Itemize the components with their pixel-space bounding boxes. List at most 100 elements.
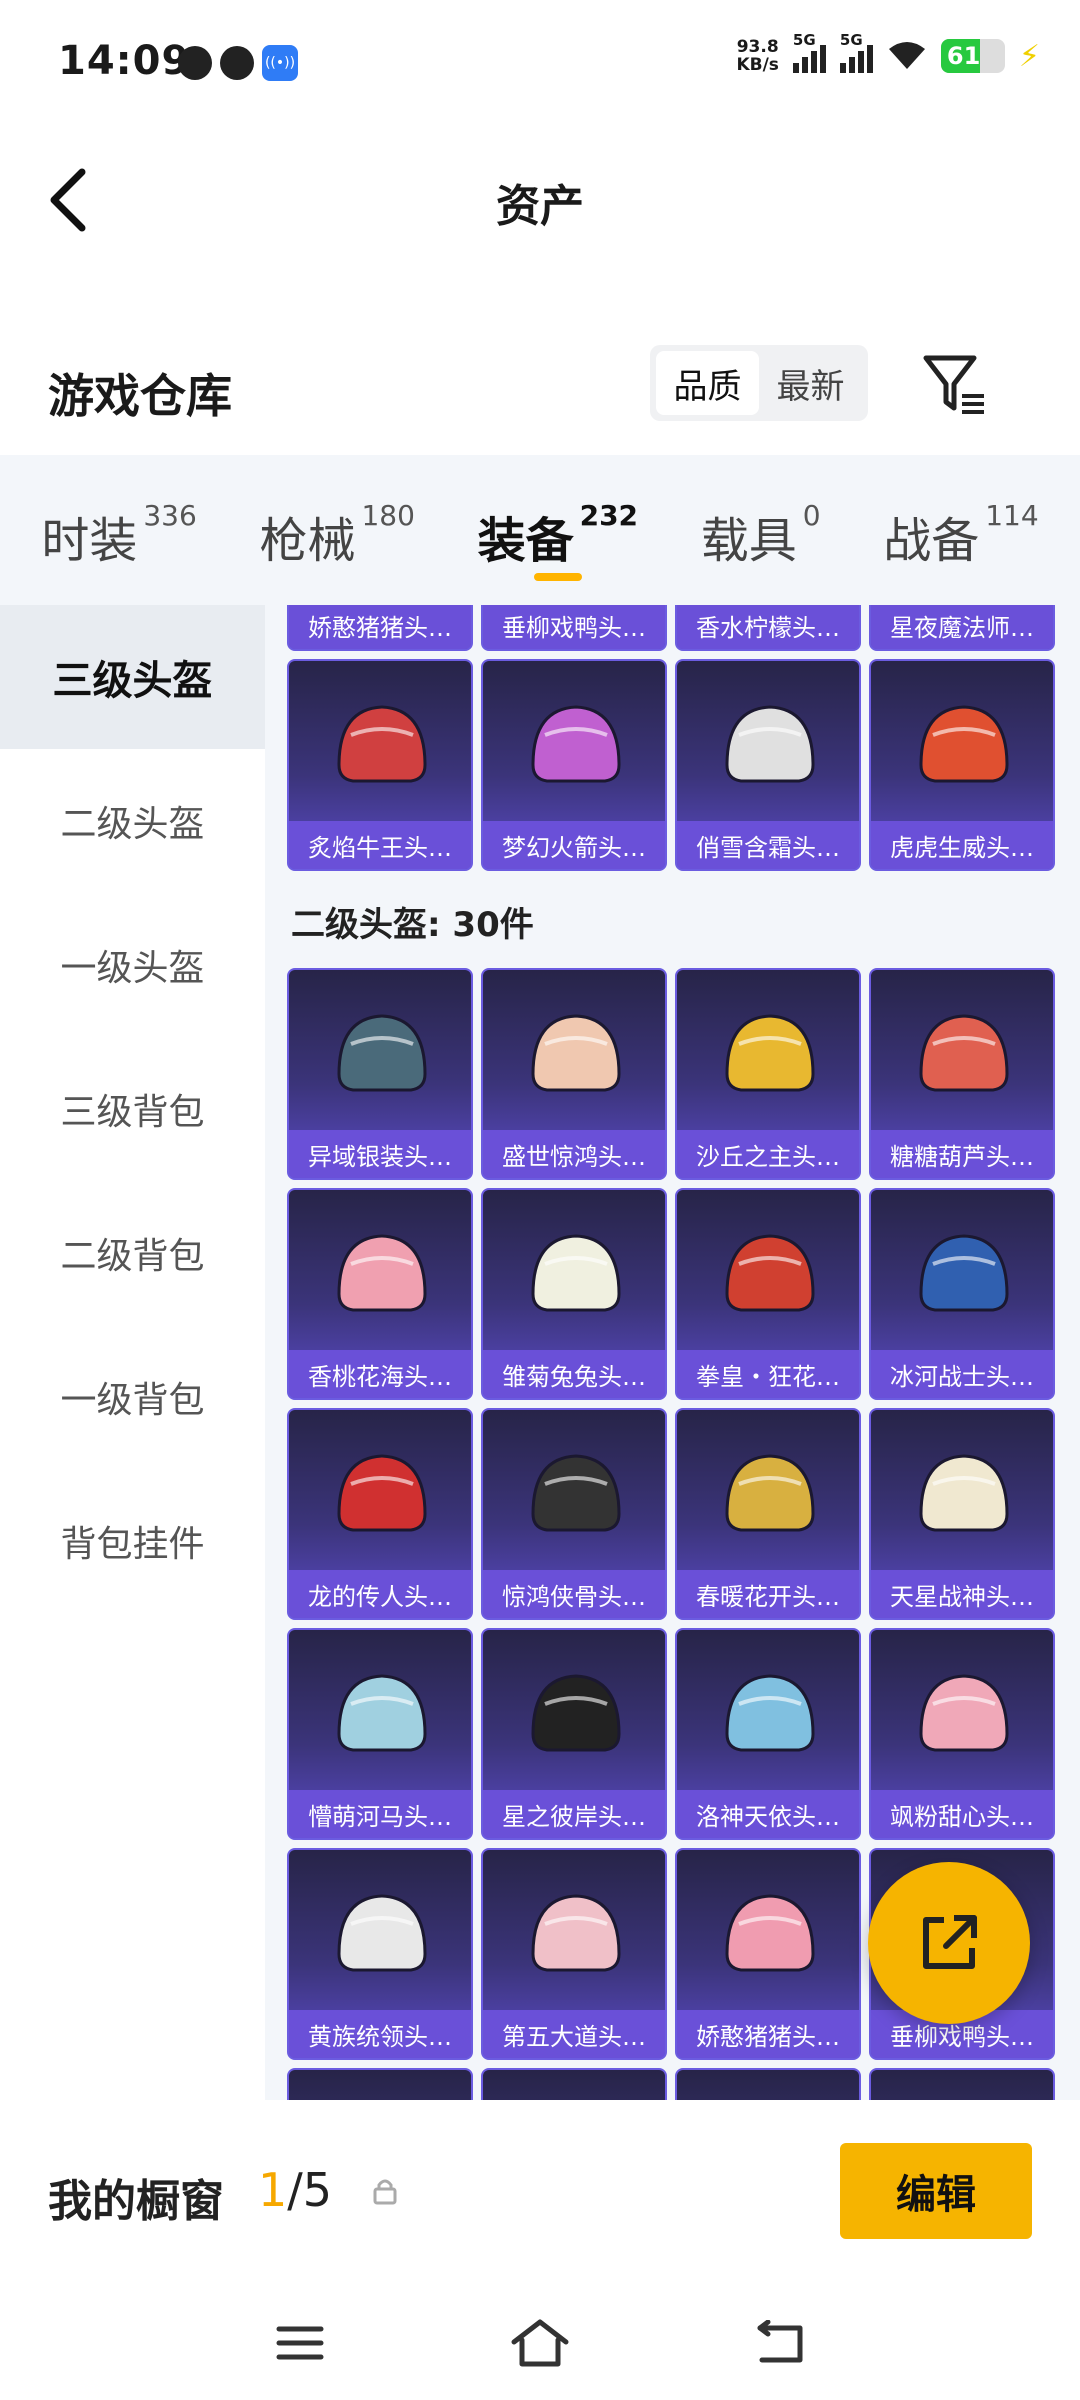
section-title: 二级头盔: 30件 bbox=[291, 905, 534, 945]
item-card[interactable]: 香桃花海头… bbox=[287, 1188, 473, 1400]
item-card[interactable]: 娇憨猪猪头… bbox=[287, 605, 473, 651]
item-label: 异域银装头… bbox=[289, 1130, 471, 1178]
item-card[interactable]: 第五大道头… bbox=[481, 1848, 667, 2060]
showcase-bar: 我的橱窗 1/5 编辑 bbox=[0, 2105, 1080, 2285]
item-label: 娇憨猪猪头… bbox=[289, 605, 471, 649]
sidebar-item-level2-helmet[interactable]: 二级头盔 bbox=[0, 749, 265, 893]
helmet-icon bbox=[919, 1674, 1009, 1752]
status-app-icons: ((•)) bbox=[178, 45, 298, 81]
tab-fashion[interactable]: 时装 336 bbox=[41, 455, 196, 605]
sort-latest-button[interactable]: 最新 bbox=[759, 351, 862, 415]
sidebar: 三级头盔 二级头盔 一级头盔 三级背包 二级背包 一级背包 背包挂件 bbox=[0, 605, 265, 2105]
tab-supplies[interactable]: 战备 114 bbox=[883, 455, 1038, 605]
edit-button[interactable]: 编辑 bbox=[840, 2143, 1032, 2239]
item-card[interactable] bbox=[869, 2068, 1055, 2100]
item-card[interactable] bbox=[675, 2068, 861, 2100]
wifi-icon bbox=[888, 42, 925, 69]
sort-toggle: 品质 最新 bbox=[650, 345, 868, 421]
item-label: 惊鸿侠骨头… bbox=[483, 1570, 665, 1618]
tab-vehicles[interactable]: 载具 0 bbox=[701, 455, 821, 605]
item-card[interactable]: 龙的传人头… bbox=[287, 1408, 473, 1620]
helmet-icon bbox=[725, 705, 815, 783]
item-label: 洛神天依头… bbox=[677, 1790, 859, 1838]
helmet-icon bbox=[919, 705, 1009, 783]
sidebar-item-level3-backpack[interactable]: 三级背包 bbox=[0, 1037, 265, 1181]
menu-nav-button[interactable] bbox=[265, 2313, 335, 2373]
item-card[interactable]: 黄族统领头… bbox=[287, 1848, 473, 2060]
item-card[interactable] bbox=[287, 2068, 473, 2100]
share-button[interactable] bbox=[868, 1862, 1030, 2024]
item-grid bbox=[287, 2068, 1057, 2100]
item-card[interactable]: 糖糖葫芦头… bbox=[869, 968, 1055, 1180]
item-card[interactable]: 娇憨猪猪头… bbox=[675, 1848, 861, 2060]
item-card[interactable]: 垂柳戏鸭头… bbox=[481, 605, 667, 651]
back-nav-button[interactable] bbox=[745, 2313, 815, 2373]
item-card[interactable]: 星夜魔法师… bbox=[869, 605, 1055, 651]
helmet-icon bbox=[337, 1234, 427, 1312]
item-label: 黄族统领头… bbox=[289, 2010, 471, 2058]
lock-icon bbox=[373, 2179, 397, 2205]
item-card[interactable] bbox=[481, 2068, 667, 2100]
helmet-icon bbox=[531, 1894, 621, 1972]
item-label: 冰河战士头… bbox=[871, 1350, 1053, 1398]
item-card[interactable]: 冰河战士头… bbox=[869, 1188, 1055, 1400]
item-grid: 娇憨猪猪头… 垂柳戏鸭头… 香水柠檬头… 星夜魔法师… bbox=[287, 605, 1057, 651]
item-card[interactable]: 雏菊兔兔头… bbox=[481, 1188, 667, 1400]
showcase-label: 我的橱窗 bbox=[48, 2176, 224, 2227]
item-label: 沙丘之主头… bbox=[677, 1130, 859, 1178]
signal-icon: 5G bbox=[839, 31, 873, 73]
sidebar-list: 二级头盔 一级头盔 三级背包 二级背包 一级背包 背包挂件 bbox=[0, 749, 265, 2105]
helmet-icon bbox=[337, 1014, 427, 1092]
network-speed: 93.8 KB/s bbox=[736, 37, 779, 75]
item-label: 春暖花开头… bbox=[677, 1570, 859, 1618]
item-card[interactable]: 俏雪含霜头… bbox=[675, 659, 861, 871]
sidebar-item-backpack-charm[interactable]: 背包挂件 bbox=[0, 1469, 265, 1613]
home-nav-button[interactable] bbox=[505, 2313, 575, 2373]
sort-quality-button[interactable]: 品质 bbox=[656, 351, 759, 415]
sidebar-item-level1-helmet[interactable]: 一级头盔 bbox=[0, 893, 265, 1037]
item-card[interactable]: 香水柠檬头… bbox=[675, 605, 861, 651]
helmet-icon bbox=[725, 1014, 815, 1092]
sidebar-item-level3-helmet[interactable]: 三级头盔 bbox=[0, 605, 265, 749]
item-card[interactable]: 异域银装头… bbox=[287, 968, 473, 1180]
item-label: 娇憨猪猪头… bbox=[677, 2010, 859, 2058]
sidebar-item-level1-backpack[interactable]: 一级背包 bbox=[0, 1325, 265, 1469]
helmet-icon bbox=[919, 1014, 1009, 1092]
helmet-icon bbox=[531, 705, 621, 783]
helmet-icon bbox=[531, 1234, 621, 1312]
item-card[interactable]: 惊鸿侠骨头… bbox=[481, 1408, 667, 1620]
category-tabs: 时装 336 枪械 180 装备 232 载具 0 战备 114 bbox=[0, 455, 1080, 605]
item-label: 星之彼岸头… bbox=[483, 1790, 665, 1838]
showcase-count: 1/5 bbox=[258, 2163, 333, 2217]
item-card[interactable]: 梦幻火箭头… bbox=[481, 659, 667, 871]
item-grid: 炙焰牛王头… 梦幻火箭头… 俏雪含霜头… 虎虎生威头… bbox=[287, 659, 1057, 871]
item-label: 星夜魔法师… bbox=[871, 605, 1053, 649]
item-label: 糖糖葫芦头… bbox=[871, 1130, 1053, 1178]
item-card[interactable]: 天星战神头… bbox=[869, 1408, 1055, 1620]
tab-weapons[interactable]: 枪械 180 bbox=[259, 455, 414, 605]
home-icon bbox=[511, 2319, 569, 2366]
page-header: 资产 bbox=[0, 130, 1080, 270]
item-card[interactable]: 炙焰牛王头… bbox=[287, 659, 473, 871]
item-card[interactable]: 虎虎生威头… bbox=[869, 659, 1055, 871]
sidebar-item-level2-backpack[interactable]: 二级背包 bbox=[0, 1181, 265, 1325]
item-label: 香桃花海头… bbox=[289, 1350, 471, 1398]
tab-equipment[interactable]: 装备 232 bbox=[478, 455, 638, 605]
item-card[interactable]: 沙丘之主头… bbox=[675, 968, 861, 1180]
item-card[interactable]: 春暖花开头… bbox=[675, 1408, 861, 1620]
item-card[interactable]: 拳皇・狂花… bbox=[675, 1188, 861, 1400]
status-time: 14:09 bbox=[58, 38, 191, 84]
helmet-icon bbox=[919, 1234, 1009, 1312]
item-card[interactable]: 洛神天依头… bbox=[675, 1628, 861, 1840]
item-label: 俏雪含霜头… bbox=[677, 821, 859, 869]
helmet-icon bbox=[531, 1014, 621, 1092]
item-label: 香水柠檬头… bbox=[677, 605, 859, 649]
item-card[interactable]: 星之彼岸头… bbox=[481, 1628, 667, 1840]
filter-icon[interactable] bbox=[920, 350, 990, 420]
status-bar: 14:09 ((•)) 93.8 KB/s 5G 5G 61 ⚡ bbox=[0, 0, 1080, 130]
item-card[interactable]: 飒粉甜心头… bbox=[869, 1628, 1055, 1840]
system-nav-bar bbox=[0, 2285, 1080, 2400]
item-card[interactable]: 懵萌河马头… bbox=[287, 1628, 473, 1840]
item-card[interactable]: 盛世惊鸿头… bbox=[481, 968, 667, 1180]
helmet-icon bbox=[531, 1454, 621, 1532]
